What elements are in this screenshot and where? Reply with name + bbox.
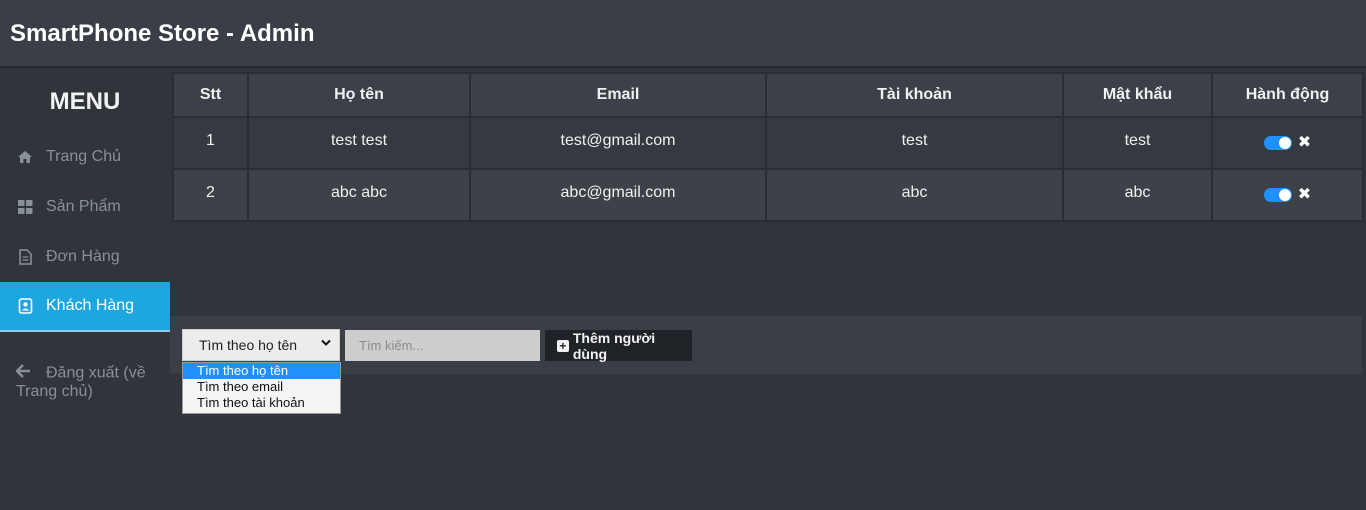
toggle-on-icon[interactable]	[1263, 136, 1292, 150]
chevron-down-icon	[321, 338, 331, 350]
column-header-password: Mật khẩu	[1062, 72, 1213, 118]
sidebar-item-products[interactable]: Sản Phẩm	[0, 182, 170, 232]
cell-account: test	[765, 116, 1064, 170]
cell-stt: 1	[172, 116, 249, 170]
sidebar-item-customers[interactable]: Khách Hàng	[0, 282, 170, 332]
cell-name: abc abc	[247, 168, 471, 222]
column-header-actions: Hành động	[1211, 72, 1364, 118]
delete-icon[interactable]: ✖	[1298, 187, 1311, 203]
sidebar-item-orders[interactable]: Đơn Hàng	[0, 232, 170, 282]
search-by-selected: Tìm theo họ tên	[199, 337, 298, 353]
cell-email: abc@gmail.com	[469, 168, 767, 222]
table-header-row: Stt Họ tên Email Tài khoản Mật khẩu Hành…	[172, 72, 1364, 118]
add-user-label: Thêm người dùng	[572, 329, 656, 362]
sidebar-item-home[interactable]: Trang Chủ	[0, 132, 170, 182]
app-header: SmartPhone Store - Admin	[0, 0, 1366, 68]
search-by-dropdown: Tìm theo họ tên Tìm theo email Tìm theo …	[182, 362, 341, 414]
search-input[interactable]: Tìm kiếm...	[345, 330, 540, 361]
page-title: SmartPhone Store - Admin	[10, 20, 315, 47]
search-toolbar: Tìm theo họ tên Tìm kiếm... + Thêm người…	[170, 316, 1362, 374]
column-header-account: Tài khoản	[765, 72, 1064, 118]
column-header-stt: Stt	[172, 72, 249, 118]
cell-actions: ✖	[1211, 116, 1364, 170]
cell-actions: ✖	[1211, 168, 1364, 222]
search-by-select[interactable]: Tìm theo họ tên	[182, 329, 340, 361]
table-row: 2 abc abc abc@gmail.com abc abc ✖	[172, 168, 1364, 222]
menu-title: MENU	[49, 88, 121, 115]
dropdown-option[interactable]: Tìm theo họ tên	[183, 363, 340, 379]
cell-name: test test	[247, 116, 471, 170]
logout-label: Đăng xuất (về Trang chủ)	[16, 364, 146, 400]
column-header-email: Email	[469, 72, 767, 118]
logout-link[interactable]: Đăng xuất (về Trang chủ)	[15, 364, 166, 401]
sidebar-item-label: Đơn Hàng	[46, 248, 120, 265]
cell-password: abc	[1062, 168, 1213, 222]
cell-email: test@gmail.com	[469, 116, 767, 170]
dropdown-option[interactable]: Tìm theo email	[183, 379, 340, 395]
home-icon	[16, 148, 34, 166]
dropdown-option[interactable]: Tìm theo tài khoản	[183, 395, 340, 411]
contact-icon	[16, 297, 34, 315]
sidebar: MENU Trang Chủ Sản Phẩm Đơn Hàng Khách H…	[0, 70, 170, 510]
document-icon	[16, 248, 34, 266]
add-user-button[interactable]: + Thêm người dùng	[545, 329, 692, 362]
toggle-on-icon[interactable]	[1263, 188, 1292, 202]
grid-icon	[16, 198, 34, 216]
sidebar-item-label: Sản Phẩm	[46, 198, 121, 215]
column-header-name: Họ tên	[247, 72, 471, 118]
table-row: 1 test test test@gmail.com test test ✖	[172, 116, 1364, 170]
cell-password: test	[1062, 116, 1213, 170]
cell-stt: 2	[172, 168, 249, 222]
search-placeholder: Tìm kiếm...	[359, 338, 424, 353]
cell-account: abc	[765, 168, 1064, 222]
sidebar-item-label: Khách Hàng	[46, 297, 135, 314]
plus-square-icon: +	[557, 339, 569, 352]
users-table: Stt Họ tên Email Tài khoản Mật khẩu Hành…	[172, 72, 1364, 222]
sidebar-item-label: Trang Chủ	[46, 148, 121, 165]
arrow-left-icon	[15, 364, 34, 383]
delete-icon[interactable]: ✖	[1298, 135, 1311, 151]
